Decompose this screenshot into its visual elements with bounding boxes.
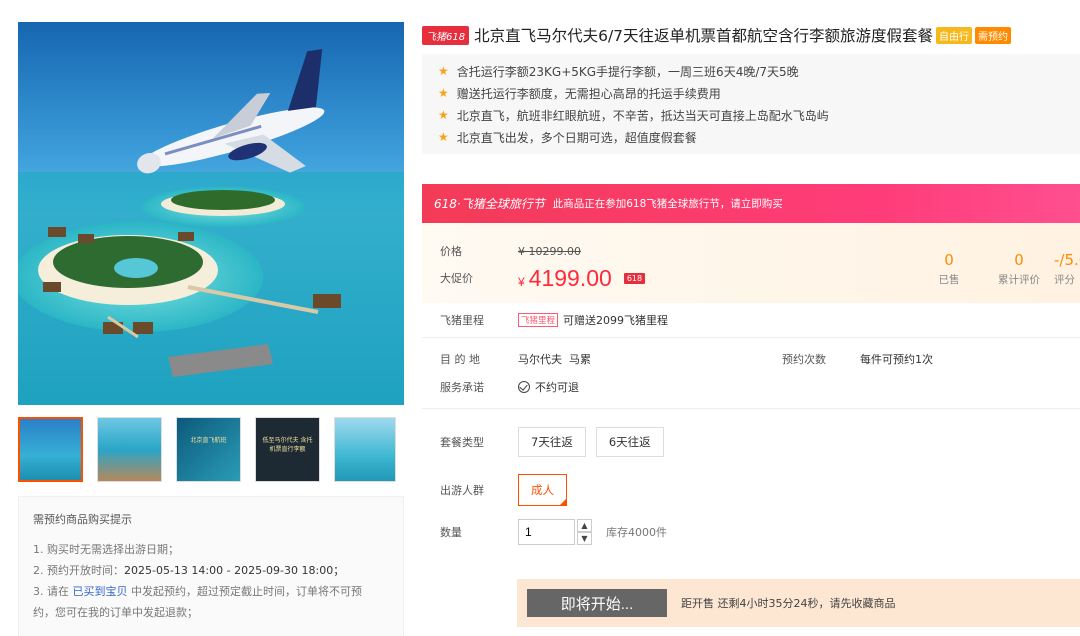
maldives-plane-illustration	[18, 22, 404, 405]
original-price-value: 10299.00	[528, 244, 582, 258]
divider	[422, 408, 1080, 409]
quantity-input[interactable]	[518, 519, 575, 545]
stock-text: 库存4000件	[606, 526, 667, 539]
quantity-label: 数量	[440, 526, 462, 539]
badge-reservation: 需预约	[975, 26, 1012, 44]
currency-symbol: ¥	[518, 244, 525, 258]
feature-item: ★ 赠送托运行李额度，无需担心高昂的托运手续费用	[438, 82, 1064, 104]
thumbnail-1[interactable]	[18, 417, 83, 482]
promo-price: ¥4199.00	[518, 265, 612, 292]
price-panel: 价格 ¥ 10299.00 大促价 ¥4199.00 618 0 已售 0 累计评价…	[422, 223, 1080, 303]
service-promise: 不约可退	[518, 379, 579, 395]
product-title: 北京直飞马尔代夫6/7天往返单机票首都航空含行李额旅游度假套餐	[474, 27, 934, 45]
buy-button[interactable]: 即将开始...	[527, 589, 667, 617]
star-icon: ★	[438, 130, 449, 144]
miles-label: 飞猪里程	[440, 314, 484, 327]
travelers-row: 出游人群 成人	[422, 471, 1080, 509]
booking-count-value: 每件可预约1次	[860, 353, 933, 366]
thumbnail-3[interactable]: 北京直飞航班	[176, 417, 241, 482]
package-option-7day[interactable]: 7天往返	[518, 427, 586, 457]
stat-reviews-label: 累计评价	[998, 274, 1040, 286]
thumbnail-4-caption: 低至马尔代夫 含托机票直行李额	[262, 437, 313, 453]
product-stats: 0 已售 0 累计评价 -/5.0 评分	[914, 251, 1080, 287]
stat-reviews-value: 0	[1014, 251, 1024, 269]
feature-text: 北京直飞，航班非红眼航班，不辛苦，抵达当天可直接上岛配水飞岛屿	[456, 108, 829, 123]
travelers-label: 出游人群	[440, 484, 484, 497]
feature-item: ★ 北京直飞出发，多个日期可选，超值度假套餐	[438, 126, 1064, 148]
purchased-items-link[interactable]: 已买到宝贝	[73, 585, 128, 598]
promo-banner[interactable]: 618·飞猪全球旅行节 此商品正在参加618飞猪全球旅行节，请立即购买	[422, 184, 1080, 223]
tips-line-3: 3. 请在 已买到宝贝 中发起预约，超过预定截止时间，订单将不可预	[33, 581, 391, 602]
package-option-6day[interactable]: 6天往返	[595, 427, 664, 457]
service-label: 服务承诺	[440, 381, 484, 394]
thumbnail-4[interactable]: 低至马尔代夫 含托机票直行李额	[255, 417, 320, 482]
tips-line-3-suffix: 中发起预约，超过预定截止时间，订单将不可预	[131, 585, 362, 598]
product-title-row: 飞猪618 北京直飞马尔代夫6/7天往返单机票首都航空含行李额旅游度假套餐 自由…	[422, 22, 1080, 48]
divider	[422, 337, 1080, 338]
promo-price-tag: 618	[623, 272, 646, 284]
stat-reviews[interactable]: 0 累计评价	[984, 251, 1054, 287]
booking-tips: 需预约商品购买提示 1. 购买时无需选择出游日期； 2. 预约开放时间：2025…	[18, 496, 404, 636]
destination-row: 目 的 地 马尔代夫 马累 预约次数 每件可预约1次	[422, 344, 1080, 374]
quantity-row: 数量 ▲ ▼ 库存4000件	[422, 515, 1080, 549]
tips-line-2-prefix: 2. 预约开放时间：	[33, 564, 124, 577]
stat-sold: 0 已售	[914, 251, 984, 287]
sale-countdown: 距开售 还剩4小时35分24秒，请先收藏商品	[681, 597, 896, 610]
package-label: 套餐类型	[440, 436, 484, 449]
quantity-stepper: ▲ ▼	[518, 519, 592, 545]
decrement-button[interactable]: ▼	[577, 532, 592, 545]
stat-sold-value: 0	[944, 251, 954, 269]
increment-button[interactable]: ▲	[577, 519, 592, 532]
thumbnail-3-caption: 北京直飞航班	[190, 437, 227, 444]
thumbnail-2[interactable]	[97, 417, 162, 482]
star-icon: ★	[438, 64, 449, 78]
stepper-buttons: ▲ ▼	[577, 519, 592, 545]
booking-count-label: 预约次数	[782, 353, 826, 366]
feature-text: 含托运行李额23KG+5KG手提行李额，一周三班6天4晚/7天5晚	[456, 64, 799, 79]
star-icon: ★	[438, 86, 449, 100]
feature-list: ★ 含托运行李额23KG+5KG手提行李额，一周三班6天4晚/7天5晚 ★ 赠送托运…	[422, 54, 1080, 154]
banner-brand: 618·飞猪全球旅行节	[434, 197, 545, 211]
badge-self-guided: 自由行	[936, 26, 973, 44]
tips-line-1: 1. 购买时无需选择出游日期；	[33, 543, 179, 556]
promo-price-value: 4199.00	[528, 264, 612, 291]
thumbnail-5[interactable]	[334, 417, 396, 482]
stat-sold-label: 已售	[938, 274, 960, 286]
banner-message: 此商品正在参加618飞猪全球旅行节，请立即购买	[552, 198, 783, 210]
promo-tag: 飞猪618	[422, 25, 470, 45]
feature-item: ★ 含托运行李额23KG+5KG手提行李额，一周三班6天4晚/7天5晚	[438, 60, 1064, 82]
destination-label: 目 的 地	[440, 353, 480, 366]
buy-bar: 即将开始... 距开售 还剩4小时35分24秒，请先收藏商品	[517, 579, 1080, 627]
stat-rating-label: 评分	[1054, 274, 1075, 286]
tips-line-2: 2. 预约开放时间：2025-05-13 14:00 - 2025-09-30 …	[33, 560, 391, 581]
miles-row: 飞猪里程 飞猪里程 可赠送2099飞猪里程	[422, 303, 1080, 337]
promo-price-label: 大促价	[440, 272, 473, 285]
feature-text: 赠送托运行李额度，无需担心高昂的托运手续费用	[456, 86, 721, 101]
feature-item: ★ 北京直飞，航班非红眼航班，不辛苦，抵达当天可直接上岛配水飞岛屿	[438, 104, 1064, 126]
stat-rating: -/5.0 评分	[1054, 251, 1080, 287]
miles-tag: 飞猪里程	[518, 313, 559, 327]
destination-value: 马尔代夫 马累	[518, 353, 591, 366]
tips-line-2-value: 2025-05-13 14:00 - 2025-09-30 18:00；	[124, 564, 345, 577]
traveler-option-adult[interactable]: 成人	[518, 474, 567, 506]
service-value: 不约可退	[535, 381, 579, 394]
miles-text: 可赠送2099飞猪里程	[563, 314, 669, 327]
main-product-image[interactable]	[18, 22, 404, 405]
tips-line-4: 约，您可在我的订单中发起退款；	[33, 606, 198, 619]
image-gallery: 北京直飞航班 低至马尔代夫 含托机票直行李额 需预约商品购买提示 1. 购买时无…	[18, 22, 404, 636]
product-info: 飞猪618 北京直飞马尔代夫6/7天往返单机票首都航空含行李额旅游度假套餐 自由…	[422, 22, 1080, 549]
feature-text: 北京直飞出发，多个日期可选，超值度假套餐	[456, 130, 697, 145]
original-price: ¥ 10299.00	[518, 245, 581, 258]
star-icon: ★	[438, 108, 449, 122]
check-circle-icon	[518, 381, 530, 393]
thumbnail-strip: 北京直飞航班 低至马尔代夫 含托机票直行李额	[18, 417, 404, 482]
price-label: 价格	[440, 245, 462, 258]
currency-symbol: ¥	[518, 274, 525, 289]
service-row: 服务承诺 不约可退	[422, 374, 1080, 400]
stat-rating-value: -/5.0	[1054, 251, 1080, 269]
package-row: 套餐类型 7天往返 6天往返	[422, 423, 1080, 461]
tips-title: 需预约商品购买提示	[33, 513, 132, 526]
tips-line-3-prefix: 3. 请在	[33, 585, 69, 598]
